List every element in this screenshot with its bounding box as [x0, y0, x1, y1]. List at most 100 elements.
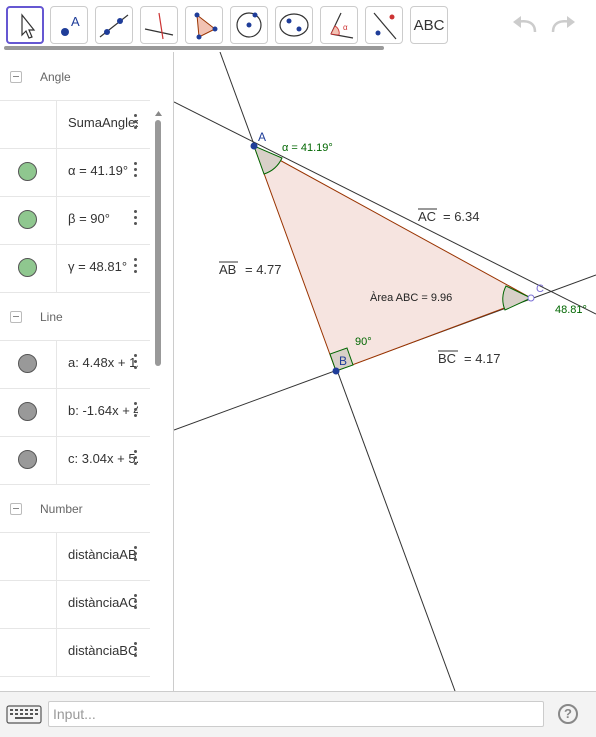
- help-icon[interactable]: ?: [558, 704, 578, 724]
- point-b-label: B: [339, 354, 347, 368]
- visibility-toggle[interactable]: [18, 210, 37, 229]
- group-header-line[interactable]: Line: [0, 294, 150, 341]
- algebra-item-gamma[interactable]: γ = 48.81°: [0, 244, 150, 293]
- algebra-item-sumaangles[interactable]: SumaAngles =: [0, 100, 150, 149]
- algebra-item-text: γ = 48.81°: [68, 259, 128, 274]
- point-b[interactable]: [332, 367, 340, 375]
- segment-ab-name: AB: [219, 262, 236, 277]
- input-bar: Input... ?: [0, 691, 596, 737]
- more-options-icon[interactable]: [134, 258, 138, 276]
- more-options-icon[interactable]: [134, 642, 138, 660]
- algebra-item-alpha[interactable]: α = 41.19°: [0, 148, 150, 197]
- more-options-icon[interactable]: [134, 594, 138, 612]
- algebra-vertical-scrollbar[interactable]: [153, 108, 164, 691]
- ellipse-tool-button[interactable]: [275, 6, 313, 44]
- perpendicular-icon: [144, 12, 174, 40]
- line-icon: [99, 14, 129, 38]
- perpendicular-line-tool-button[interactable]: [140, 6, 178, 44]
- point-tool-label: A: [71, 14, 80, 29]
- svg-text:α: α: [343, 23, 348, 32]
- visibility-toggle[interactable]: [18, 258, 37, 277]
- more-options-icon[interactable]: [134, 114, 138, 132]
- algebra-item-text: β = 90°: [68, 211, 110, 226]
- algebra-item-text: distànciaAC =: [68, 595, 138, 610]
- visibility-toggle[interactable]: [18, 162, 37, 181]
- move-tool-button[interactable]: [6, 6, 44, 44]
- angle-tool-button[interactable]: α: [320, 6, 358, 44]
- group-label: Number: [40, 502, 83, 516]
- algebra-item-text: a: 4.48x + 1.6: [68, 355, 138, 370]
- ellipse-icon: [279, 13, 309, 37]
- segment-bc-label: BC = 4.17: [438, 350, 501, 366]
- visibility-toggle[interactable]: [18, 354, 37, 373]
- scroll-arrows-icon: [155, 111, 162, 116]
- text-tool-button[interactable]: ABC: [410, 6, 448, 44]
- input-placeholder: Input...: [53, 706, 96, 722]
- area-label: Àrea ABC = 9.96: [370, 291, 452, 304]
- segment-ab-value: = 4.77: [245, 262, 282, 277]
- point-a[interactable]: [250, 142, 258, 150]
- algebra-item-line-c[interactable]: c: 3.04x + 5.5: [0, 436, 150, 485]
- segment-ac-value: = 6.34: [443, 209, 480, 224]
- angle-alpha-label: α = 41.19°: [282, 142, 333, 154]
- algebra-item-text: distànciaAB =: [68, 547, 138, 562]
- segment-ab-label: AB = 4.77: [219, 261, 282, 277]
- algebra-item-text: α = 41.19°: [68, 163, 129, 178]
- algebra-item-text: c: 3.04x + 5.5: [68, 451, 138, 466]
- algebra-item-text: distànciaBC =: [68, 643, 138, 658]
- reflect-tool-button[interactable]: [365, 6, 403, 44]
- algebra-item-line-a[interactable]: a: 4.48x + 1.6: [0, 340, 150, 389]
- group-label: Line: [40, 310, 63, 324]
- group-header-angle[interactable]: Angle: [0, 54, 150, 101]
- point-a-label: A: [258, 130, 266, 144]
- segment-bc-value: = 4.17: [464, 351, 501, 366]
- algebra-view: Angle SumaAngles = α = 41.19° β = 90° γ …: [0, 52, 174, 691]
- angle-gamma-arc[interactable]: [502, 285, 533, 311]
- segment-ac-name: AC: [418, 209, 436, 224]
- more-options-icon[interactable]: [134, 546, 138, 564]
- toolbar-scrollbar[interactable]: [4, 46, 384, 50]
- line-tool-button[interactable]: [95, 6, 133, 44]
- algebra-item-distanceac[interactable]: distànciaAC =: [0, 580, 150, 629]
- algebra-item-line-b[interactable]: b: -1.64x + 4.: [0, 388, 150, 437]
- collapse-icon[interactable]: [10, 503, 22, 515]
- arrow-cursor-icon: [21, 13, 36, 39]
- more-options-icon[interactable]: [134, 354, 138, 372]
- collapse-icon[interactable]: [10, 71, 22, 83]
- point-c-label: C: [536, 283, 544, 295]
- polygon-tool-button[interactable]: [185, 6, 223, 44]
- redo-icon[interactable]: [545, 10, 581, 42]
- more-options-icon[interactable]: [134, 450, 138, 468]
- reflect-icon: [373, 12, 397, 40]
- graphics-view[interactable]: A B C α = 41.19° 90° 48.81° AB = 4.77 AC…: [174, 52, 596, 691]
- toolbar: A α ABC: [0, 0, 596, 52]
- segment-bc-name: BC: [438, 351, 456, 366]
- algebra-item-distanceab[interactable]: distànciaAB =: [0, 532, 150, 581]
- group-label: Angle: [40, 70, 71, 84]
- circle-icon: [236, 12, 262, 38]
- algebra-item-text: SumaAngles =: [68, 115, 138, 130]
- group-header-number[interactable]: Number: [0, 486, 150, 533]
- algebra-item-beta[interactable]: β = 90°: [0, 196, 150, 245]
- polygon-icon: [194, 12, 218, 40]
- more-options-icon[interactable]: [134, 162, 138, 180]
- circle-tool-button[interactable]: [230, 6, 268, 44]
- more-options-icon[interactable]: [134, 402, 138, 420]
- visibility-toggle[interactable]: [18, 450, 37, 469]
- visibility-toggle[interactable]: [18, 402, 37, 421]
- collapse-icon[interactable]: [10, 311, 22, 323]
- angle-beta-label: 90°: [355, 336, 372, 348]
- triangle-abc[interactable]: [253, 144, 533, 372]
- algebra-item-distancebc[interactable]: distànciaBC =: [0, 628, 150, 677]
- segment-ac-label: AC = 6.34: [418, 208, 480, 224]
- text-icon: ABC: [413, 16, 445, 34]
- more-options-icon[interactable]: [134, 210, 138, 228]
- point-c[interactable]: [527, 294, 535, 302]
- algebra-item-text: b: -1.64x + 4.: [68, 403, 138, 418]
- angle-icon: α: [330, 12, 354, 39]
- point-tool-button[interactable]: A: [50, 6, 88, 44]
- point-icon: A: [61, 14, 80, 36]
- command-input[interactable]: Input...: [48, 701, 544, 727]
- keyboard-icon[interactable]: [6, 702, 42, 726]
- undo-icon[interactable]: [507, 10, 543, 42]
